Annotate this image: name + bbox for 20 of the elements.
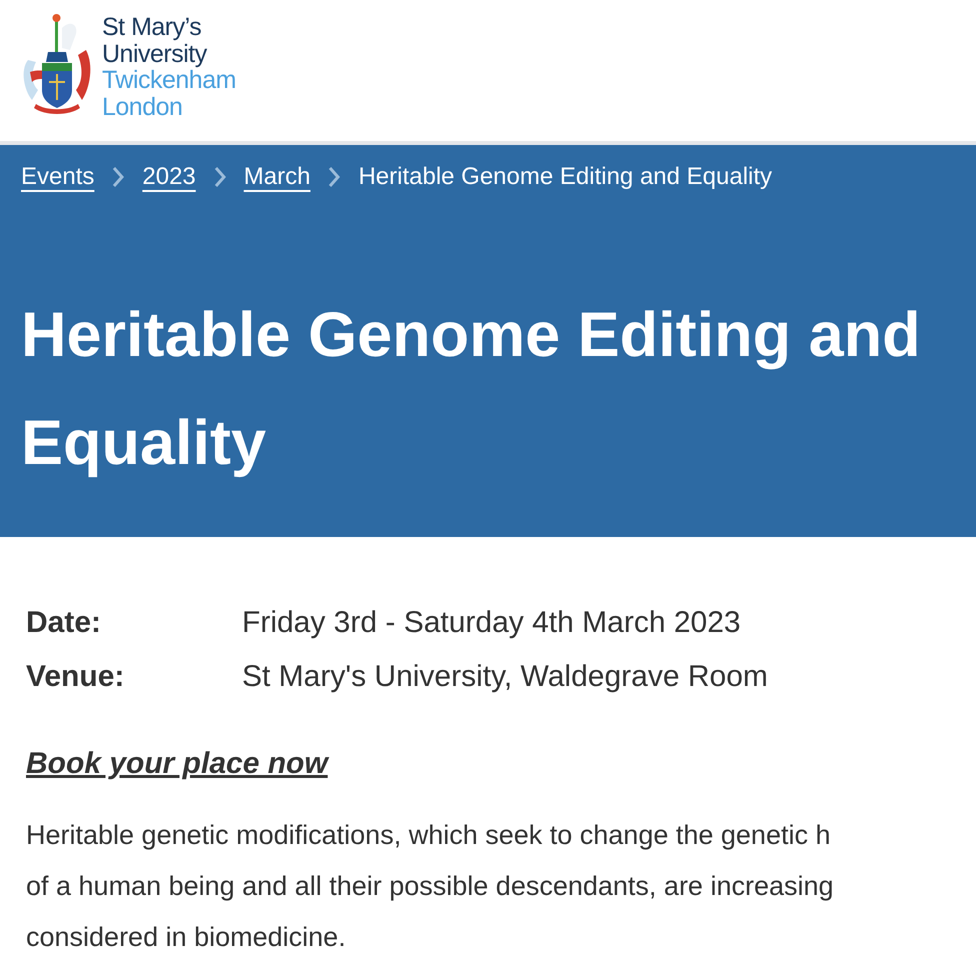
breadcrumb-link[interactable]: Events xyxy=(21,159,94,195)
paragraph-line: of a human being and all their possible descendants, are increasing xyxy=(26,870,835,903)
logo-text: University xyxy=(102,40,208,67)
detail-label: Date: xyxy=(26,604,102,640)
detail-label: Venue: xyxy=(26,658,126,694)
logo-text: St Mary’s xyxy=(102,14,202,40)
detail-value: Friday 3rd - Saturday 4th March 2023 xyxy=(242,604,741,640)
book-place-link[interactable]: Book your place now xyxy=(26,741,328,786)
logo-text: Twickenham xyxy=(102,67,236,94)
paragraph-line: Heritable genetic modifications, which seek to change the genetic h xyxy=(26,819,832,852)
chevron-icon xyxy=(214,166,226,188)
breadcrumb-link[interactable]: 2023 xyxy=(142,159,196,195)
paragraph-line: considered in biomedicine. xyxy=(26,921,347,954)
page-title: Heritable Genome Editing and Equality xyxy=(21,299,922,480)
breadcrumb-link[interactable]: March xyxy=(244,159,310,195)
logo-text: London xyxy=(102,94,184,120)
breadcrumb-current: Heritable Genome Editing and Equality xyxy=(358,162,772,192)
chevron-icon xyxy=(328,166,340,188)
chevron-icon xyxy=(112,166,124,188)
detail-value: St Mary's University, Waldegrave Room xyxy=(242,658,768,694)
